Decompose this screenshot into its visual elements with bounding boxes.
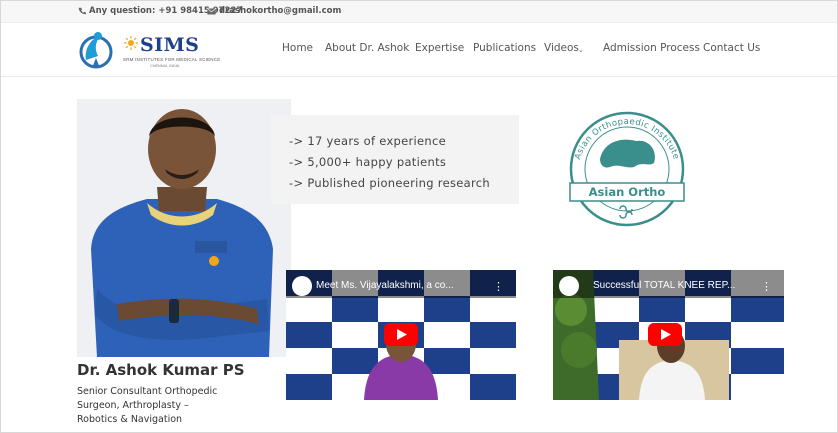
- play-icon: [661, 329, 671, 340]
- nav-expertise[interactable]: Expertise: [415, 42, 464, 54]
- video-player-2[interactable]: Successful TOTAL KNEE REP... ⋮: [553, 270, 784, 400]
- nav-contact[interactable]: Contact Us: [703, 42, 760, 54]
- description-line: Surgeon, Arthroplasty –: [77, 400, 189, 411]
- nav-publications[interactable]: Publications: [473, 42, 536, 54]
- more-vert-icon[interactable]: ⋮: [761, 280, 772, 293]
- email-contact[interactable]: drashokortho@gmail.com: [207, 6, 341, 16]
- chevron-down-icon[interactable]: ⌄: [578, 46, 584, 54]
- logo-subline: CHENNAI, INDIA: [150, 64, 180, 68]
- seal-graphic: Asian Orthopaedic Institute Asian Ortho: [569, 111, 685, 227]
- nav-videos[interactable]: Videos: [544, 42, 579, 54]
- play-icon: [397, 329, 407, 340]
- doctor-photo: [77, 99, 291, 357]
- mail-icon: [207, 7, 216, 14]
- highlight-item: -> 5,000+ happy patients: [289, 155, 447, 169]
- play-button[interactable]: [648, 323, 682, 346]
- nav-home[interactable]: Home: [282, 42, 313, 54]
- channel-avatar[interactable]: [559, 276, 579, 296]
- highlight-item: -> Published pioneering research: [289, 176, 490, 190]
- top-info-bar: Any question: +91 98415 97227 drashokort…: [1, 1, 837, 23]
- more-vert-icon[interactable]: ⋮: [493, 280, 504, 293]
- asian-ortho-seal: Asian Orthopaedic Institute Asian Ortho: [562, 111, 692, 227]
- description-line: Robotics & Navigation: [77, 414, 183, 425]
- channel-avatar[interactable]: [292, 276, 312, 296]
- doctor-description: Senior Consultant Orthopedic Surgeon, Ar…: [77, 385, 267, 427]
- seal-label: Asian Ortho: [589, 185, 666, 199]
- doctor-name: Dr. Ashok Kumar PS: [77, 361, 245, 379]
- site-header: SIMS SRM INSTITUTES FOR MEDICAL SCIENCE …: [1, 23, 837, 77]
- nav-admission[interactable]: Admission Process: [603, 42, 700, 54]
- seal-knot-icon: [619, 205, 633, 219]
- phone-icon: [78, 7, 86, 15]
- doctor-illustration: [77, 99, 291, 357]
- page: Any question: +91 98415 97227 drashokort…: [0, 0, 838, 433]
- highlights-box: -> 17 years of experience -> 5,000+ happ…: [271, 115, 519, 204]
- nav-about[interactable]: About Dr. Ashok: [325, 42, 409, 54]
- description-line: Senior Consultant Orthopedic: [77, 386, 218, 397]
- video-title[interactable]: Meet Ms. Vijayalakshmi, a co...: [316, 280, 454, 291]
- highlight-item: -> 17 years of experience: [289, 134, 447, 148]
- video-player-1[interactable]: Meet Ms. Vijayalakshmi, a co... ⋮: [286, 270, 516, 400]
- video-title[interactable]: Successful TOTAL KNEE REP...: [593, 280, 735, 291]
- play-button[interactable]: [384, 323, 418, 346]
- email-text: drashokortho@gmail.com: [219, 6, 342, 16]
- main-nav: Home About Dr. Ashok Expertise Publicati…: [1, 42, 837, 58]
